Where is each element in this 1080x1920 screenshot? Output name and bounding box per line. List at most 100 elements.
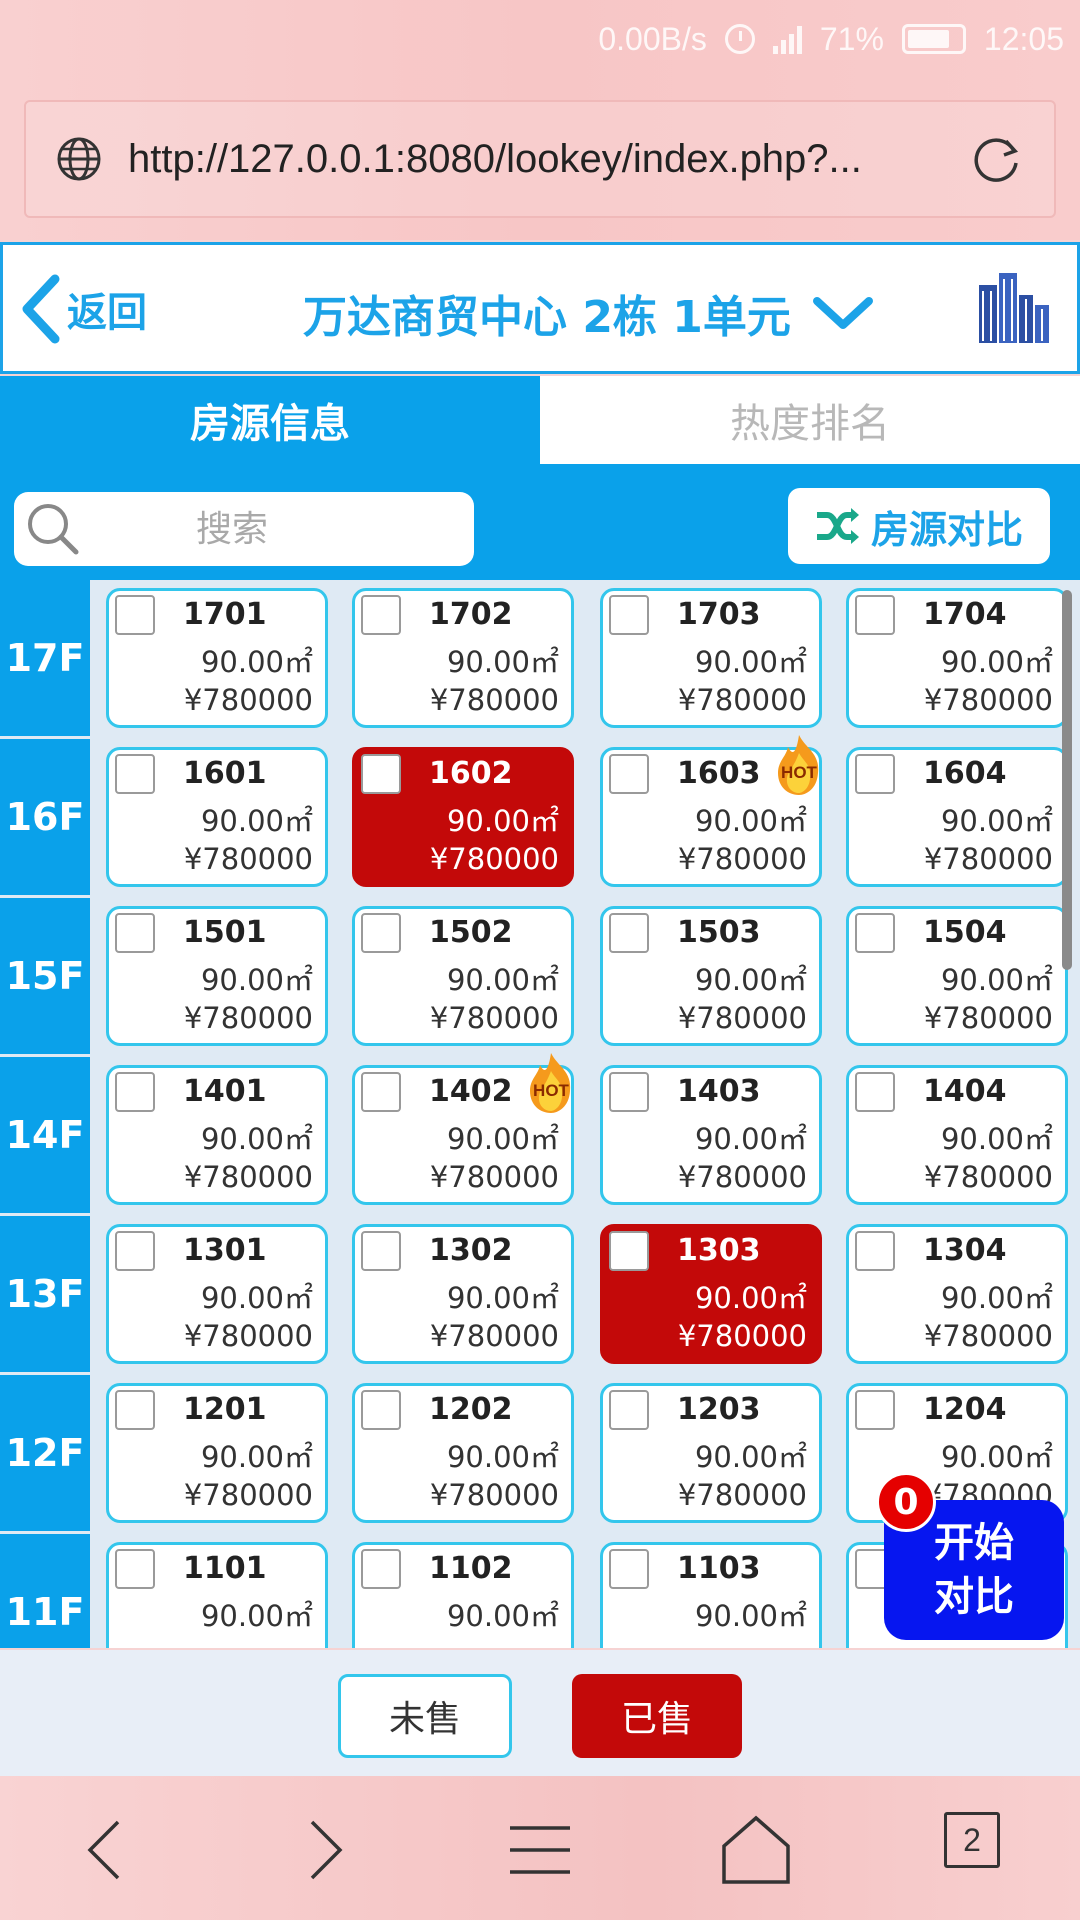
unit-checkbox[interactable] — [855, 1072, 895, 1112]
unit-checkbox[interactable] — [361, 595, 401, 635]
unit-checkbox[interactable] — [361, 1549, 401, 1589]
unit-area: 90.00㎡ — [694, 804, 807, 838]
unit-checkbox[interactable] — [115, 1390, 155, 1430]
shuffle-icon — [816, 508, 859, 544]
project-selector[interactable]: 万达商贸中心 2栋 1单元 — [303, 281, 875, 345]
unit-card[interactable]: 1604 90.00㎡ ¥780000 — [846, 747, 1068, 887]
unit-checkbox[interactable] — [609, 1390, 649, 1430]
unit-checkbox[interactable] — [115, 1231, 155, 1271]
unit-checkbox[interactable] — [855, 1231, 895, 1271]
tab-listing-info[interactable]: 房源信息 — [0, 376, 540, 464]
unit-card[interactable]: 1203 90.00㎡ ¥780000 — [600, 1383, 822, 1523]
unit-number: 1401 — [183, 1074, 267, 1109]
legend-sold[interactable]: 已售 — [572, 1674, 742, 1758]
url-bar[interactable]: http://127.0.0.1:8080/lookey/index.php?.… — [24, 100, 1056, 218]
unit-card[interactable]: 1501 90.00㎡ ¥780000 — [106, 906, 328, 1046]
unit-area: 90.00㎡ — [200, 963, 313, 997]
url-text[interactable]: http://127.0.0.1:8080/lookey/index.php?.… — [128, 137, 968, 182]
unit-card[interactable]: 1401 90.00㎡ ¥780000 — [106, 1065, 328, 1205]
unit-price: ¥780000 — [677, 842, 807, 876]
unit-card[interactable]: 1703 90.00㎡ ¥780000 — [600, 588, 822, 728]
unit-number: 1503 — [677, 915, 761, 950]
building-icon[interactable] — [973, 271, 1053, 345]
home-nav-button[interactable] — [718, 1812, 794, 1888]
search-box[interactable] — [14, 492, 474, 566]
floor-label: 13F — [0, 1216, 90, 1372]
unit-price: ¥780000 — [923, 683, 1053, 717]
unit-price: ¥780000 — [429, 1160, 559, 1194]
unit-checkbox[interactable] — [855, 754, 895, 794]
unit-card[interactable]: 1304 90.00㎡ ¥780000 — [846, 1224, 1068, 1364]
unit-number: 1301 — [183, 1233, 267, 1268]
unit-checkbox[interactable] — [361, 913, 401, 953]
unit-checkbox[interactable] — [609, 1549, 649, 1589]
forward-nav-button[interactable] — [286, 1812, 362, 1888]
unit-card[interactable]: 1303 90.00㎡ ¥780000 — [600, 1224, 822, 1364]
unit-card[interactable]: 1403 90.00㎡ ¥780000 — [600, 1065, 822, 1205]
back-nav-button[interactable] — [68, 1812, 144, 1888]
unit-price: ¥780000 — [183, 1319, 313, 1353]
browser-bottom-nav: 2 — [0, 1776, 1080, 1920]
unit-checkbox[interactable] — [609, 595, 649, 635]
hot-badge-text: HOT — [781, 763, 817, 782]
unit-area: 90.00㎡ — [446, 1122, 559, 1156]
unit-checkbox[interactable] — [115, 1549, 155, 1589]
unit-checkbox[interactable] — [609, 1231, 649, 1271]
unit-checkbox[interactable] — [855, 913, 895, 953]
tab-popularity-rank[interactable]: 热度排名 — [540, 376, 1080, 464]
unit-card[interactable]: 1503 90.00㎡ ¥780000 — [600, 906, 822, 1046]
unit-checkbox[interactable] — [115, 595, 155, 635]
listing-compare-button[interactable]: 房源对比 — [788, 488, 1050, 564]
tabs-count-button[interactable]: 2 — [944, 1812, 1000, 1868]
unit-price: ¥780000 — [923, 1160, 1053, 1194]
unit-card[interactable]: 1704 90.00㎡ ¥780000 — [846, 588, 1068, 728]
scrollbar[interactable] — [1062, 590, 1072, 970]
unit-card[interactable]: 1202 90.00㎡ ¥780000 — [352, 1383, 574, 1523]
unit-number: 1202 — [429, 1392, 513, 1427]
unit-number: 1704 — [923, 597, 1007, 632]
unit-card[interactable]: 1101 90.00㎡ — [106, 1542, 328, 1648]
unit-checkbox[interactable] — [361, 1072, 401, 1112]
unit-card[interactable]: 1404 90.00㎡ ¥780000 — [846, 1065, 1068, 1205]
floor-row: 13F 1301 90.00㎡ ¥780000 1302 90.00㎡ ¥780000 130… — [0, 1216, 1080, 1374]
search-input[interactable] — [82, 508, 382, 550]
unit-number: 1203 — [677, 1392, 761, 1427]
legend-unsold[interactable]: 未售 — [338, 1674, 512, 1758]
unit-checkbox[interactable] — [609, 913, 649, 953]
unit-card[interactable]: 1502 90.00㎡ ¥780000 — [352, 906, 574, 1046]
unit-card[interactable]: 1504 90.00㎡ ¥780000 — [846, 906, 1068, 1046]
start-compare-line1: 开始 — [934, 1520, 1014, 1566]
unit-card[interactable]: 1302 90.00㎡ ¥780000 — [352, 1224, 574, 1364]
menu-nav-button[interactable] — [502, 1812, 578, 1888]
unit-area: 90.00㎡ — [200, 804, 313, 838]
chevron-down-icon — [812, 297, 873, 329]
unit-checkbox[interactable] — [609, 754, 649, 794]
unit-checkbox[interactable] — [115, 1072, 155, 1112]
unit-card[interactable]: 1701 90.00㎡ ¥780000 — [106, 588, 328, 728]
unit-card[interactable]: 1601 90.00㎡ ¥780000 — [106, 747, 328, 887]
unit-checkbox[interactable] — [115, 913, 155, 953]
status-bar: 0.00B/s 71% 12:05 — [598, 14, 1064, 64]
floor-label: 12F — [0, 1375, 90, 1531]
unit-card[interactable]: 1201 90.00㎡ ¥780000 — [106, 1383, 328, 1523]
unit-area: 90.00㎡ — [200, 1281, 313, 1315]
unit-card[interactable]: 1102 90.00㎡ — [352, 1542, 574, 1648]
unit-checkbox[interactable] — [361, 1390, 401, 1430]
unit-card[interactable]: 1103 90.00㎡ — [600, 1542, 822, 1648]
unit-card[interactable]: 1702 90.00㎡ ¥780000 — [352, 588, 574, 728]
unit-number: 1303 — [677, 1233, 761, 1268]
unit-checkbox[interactable] — [115, 754, 155, 794]
unit-checkbox[interactable] — [361, 754, 401, 794]
back-button[interactable]: 返回 — [19, 273, 147, 345]
arrow-right-icon — [310, 1820, 343, 1880]
unit-card[interactable]: 1301 90.00㎡ ¥780000 — [106, 1224, 328, 1364]
unit-number: 1204 — [923, 1392, 1007, 1427]
reload-icon[interactable] — [968, 131, 1024, 187]
unit-checkbox[interactable] — [609, 1072, 649, 1112]
unit-card[interactable]: 1602 90.00㎡ ¥780000 — [352, 747, 574, 887]
unit-checkbox[interactable] — [361, 1231, 401, 1271]
unit-checkbox[interactable] — [855, 595, 895, 635]
unit-price: ¥780000 — [183, 1001, 313, 1035]
unit-checkbox[interactable] — [855, 1390, 895, 1430]
unit-price: ¥780000 — [183, 1478, 313, 1512]
